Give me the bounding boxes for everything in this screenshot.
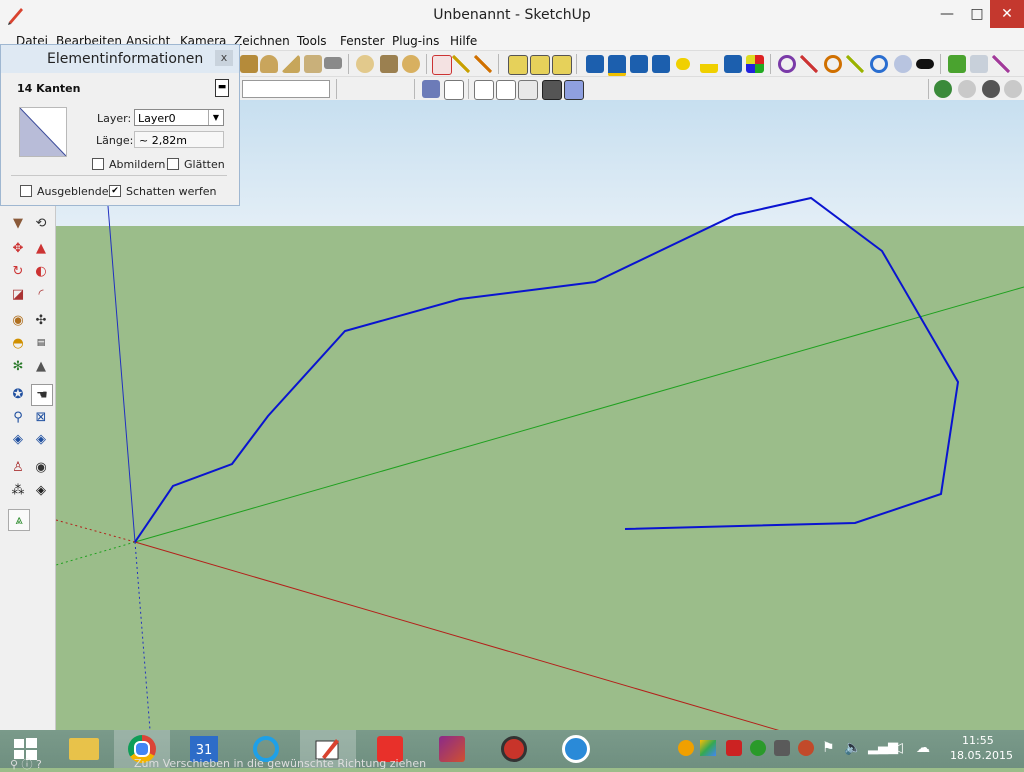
3d-text-icon[interactable]: ▲ <box>31 356 51 376</box>
hidden-label: Ausgeblendet <box>37 185 113 198</box>
collapse-icon[interactable]: ▬ <box>215 79 229 97</box>
follow-me-icon[interactable]: ◐ <box>31 261 51 281</box>
red-axis-negative <box>55 519 136 543</box>
previous-view-icon[interactable]: ◈ <box>8 429 28 449</box>
tape-measure-icon[interactable]: ◉ <box>8 310 28 330</box>
volume-icon[interactable]: ◁ <box>892 740 908 756</box>
red-axis <box>134 541 881 761</box>
blue-axis <box>107 205 136 543</box>
security-icon[interactable] <box>750 740 766 756</box>
taskbar-file-explorer[interactable] <box>56 730 112 768</box>
panel-divider <box>11 175 227 176</box>
dropdown-arrow-icon[interactable]: ▼ <box>208 110 223 125</box>
layer-select[interactable]: Layer0 ▼ <box>134 109 224 126</box>
layer-value: Layer0 <box>138 112 176 125</box>
hidden-checkbox[interactable] <box>20 185 32 197</box>
file-explorer-icon <box>69 738 99 760</box>
tray-orange-icon[interactable] <box>798 740 814 756</box>
selected-curve[interactable] <box>134 196 960 543</box>
zoom-window-icon[interactable]: ⊠ <box>31 407 51 427</box>
cast-shadows-checkbox[interactable]: ✔ <box>109 185 121 197</box>
entity-info-close-button[interactable]: x <box>215 50 233 66</box>
volume-muted-icon[interactable]: 🔈 <box>844 740 861 756</box>
status-text: Zum Verschieben in die gewünschte Richtu… <box>134 757 427 770</box>
taskbar-vpn-app[interactable] <box>548 730 604 768</box>
lock-icon[interactable] <box>774 740 790 756</box>
text-tool-icon[interactable]: ▤ <box>31 333 51 353</box>
selection-count: 14 Kanten <box>17 82 81 95</box>
media-app-icon <box>439 736 465 762</box>
look-around-icon[interactable]: ◉ <box>31 457 51 477</box>
vpn-app-icon <box>562 735 590 763</box>
paint-bucket-icon[interactable]: ▼ <box>8 213 28 233</box>
axes-tool-icon[interactable]: ✻ <box>8 356 28 376</box>
download-app-icon <box>501 736 527 762</box>
material-swatch-icon <box>20 108 66 156</box>
dimension-tool-icon[interactable]: ✣ <box>31 310 51 330</box>
cast-shadows-label: Schatten werfen <box>126 185 217 198</box>
entity-info-title: Elementinformationen <box>47 51 204 67</box>
pushpull-tool-icon[interactable]: ▲ <box>31 238 51 258</box>
orbit-tool-icon[interactable]: ⟲ <box>31 213 51 233</box>
protractor-icon[interactable]: ◓ <box>8 333 28 353</box>
length-field[interactable]: ~ 2,82m <box>134 131 224 148</box>
left-tool-palette: ▼ ⟲ ✥ ▲ ↻ ◐ ◪ ◜ ◉ ✣ ◓ ▤ ✻ ▲ ✪ ☚ ⚲ ⊠ ◈ ◈ … <box>0 196 56 730</box>
section-plane-icon[interactable]: ◈ <box>31 480 51 500</box>
walk-icon[interactable]: ⁂ <box>8 480 28 500</box>
blue-axis-negative <box>134 541 151 731</box>
zoom-extents-icon[interactable]: ◈ <box>31 429 51 449</box>
offset-tool-icon[interactable]: ◜ <box>31 284 51 304</box>
green-axis-negative <box>55 541 136 566</box>
clock-date[interactable]: 18.05.2015 <box>950 749 1013 762</box>
layer-label: Layer: <box>97 112 132 125</box>
entity-info-body: 14 Kanten ▬ Layer: Layer0 ▼ Länge: ~ 2,8… <box>7 75 233 201</box>
tray-red-icon[interactable] <box>726 740 742 756</box>
soften-label: Abmildern <box>109 158 166 171</box>
scale-tool-icon[interactable]: ◪ <box>8 284 28 304</box>
entity-info-header[interactable]: Elementinformationen x <box>1 45 239 73</box>
soften-checkbox[interactable] <box>92 158 104 170</box>
move-tool-icon[interactable]: ✥ <box>8 238 28 258</box>
cloud-icon[interactable]: ☁ <box>916 740 932 756</box>
pan-hand-icon[interactable]: ☚ <box>31 384 53 406</box>
position-camera-icon[interactable]: ♙ <box>8 457 28 477</box>
taskbar-media-app[interactable] <box>424 730 480 768</box>
network-signal-icon[interactable]: ▂▄▆ <box>868 740 898 756</box>
google-drive-icon[interactable] <box>700 740 716 756</box>
clock-time[interactable]: 11:55 <box>962 734 994 747</box>
status-icons: ⚲ ⓘ ? <box>10 758 42 771</box>
length-label: Länge: <box>96 134 134 147</box>
material-preview[interactable] <box>19 107 67 157</box>
orbit-icon[interactable]: ✪ <box>8 384 28 404</box>
smooth-checkbox[interactable] <box>167 158 179 170</box>
windows-taskbar: 31 ⚑ 🔈 ▂▄▆ ◁ ☁ 11:55 18.05.2015 ⚲ ⓘ ? Zu… <box>0 730 1024 771</box>
smooth-label: Glätten <box>184 158 225 171</box>
tray-app-icon[interactable] <box>678 740 694 756</box>
taskbar-download-app[interactable] <box>486 730 542 768</box>
entity-info-panel: Elementinformationen x 14 Kanten ▬ Layer… <box>0 44 240 206</box>
flag-icon[interactable]: ⚑ <box>822 740 838 756</box>
sandbox-tool-icon[interactable]: ⩓ <box>8 509 30 531</box>
rotate-tool-icon[interactable]: ↻ <box>8 261 28 281</box>
zoom-icon[interactable]: ⚲ <box>8 407 28 427</box>
